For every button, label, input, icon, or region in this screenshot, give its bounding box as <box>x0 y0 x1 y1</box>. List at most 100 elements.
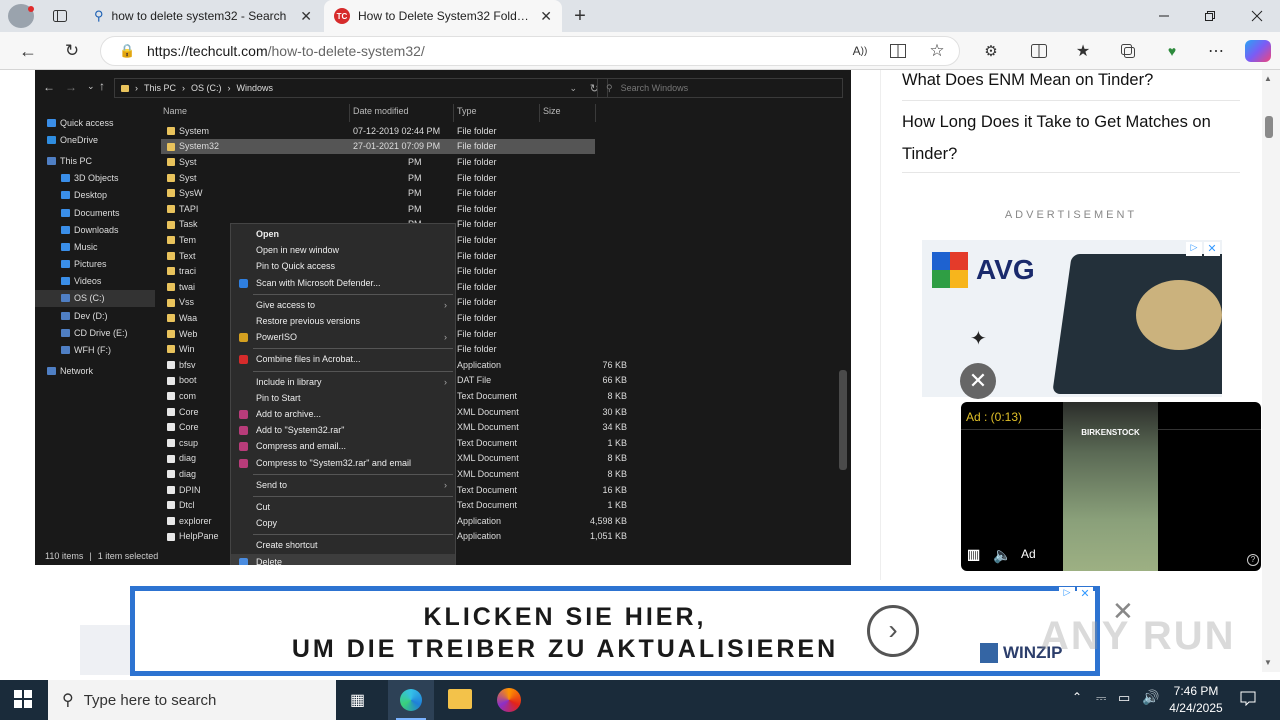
file-type: File folder <box>457 281 497 292</box>
refresh-icon[interactable]: ↻ <box>62 41 82 61</box>
file-size: 8 KB <box>607 468 627 479</box>
nav-item: Documents <box>35 204 155 221</box>
volume-icon[interactable]: 🔈 <box>993 546 1012 564</box>
file-name: Waa <box>179 312 198 323</box>
sidebar-link-item[interactable]: What Does ENM Mean on Tinder? <box>902 64 1240 101</box>
close-window-button[interactable] <box>1247 6 1267 26</box>
nav-item-icon <box>47 135 56 144</box>
clock-time[interactable]: 7:46 PM <box>1168 684 1224 698</box>
folder-icon <box>167 127 175 135</box>
tab-techcult[interactable]: TC How to Delete System32 Folder in ✕ <box>324 0 562 32</box>
file-type: File folder <box>457 328 497 339</box>
context-menu-item: Open in new window <box>231 242 455 258</box>
file-name: DPIN <box>179 484 201 495</box>
video-close-button[interactable]: ✕ <box>960 363 996 399</box>
minimize-button[interactable] <box>1154 6 1174 26</box>
nav-item-icon <box>61 277 70 286</box>
chevron-down-icon: ⌄ <box>87 81 95 91</box>
nav-item-icon <box>61 225 70 234</box>
file-date: PM <box>408 156 422 167</box>
file-type: File folder <box>457 219 497 230</box>
favorites-icon[interactable]: ★ <box>1073 41 1093 61</box>
collections-icon[interactable] <box>1118 41 1138 61</box>
submenu-arrow-icon: › <box>444 376 447 387</box>
notifications-icon[interactable] <box>1240 690 1256 711</box>
adchoices-icon[interactable]: ▷ <box>1186 242 1202 256</box>
page-scrollbar[interactable] <box>1262 70 1280 672</box>
rar-icon <box>239 410 248 419</box>
file-name: System <box>179 125 210 136</box>
menu-separator <box>253 370 453 372</box>
nav-item: Videos <box>35 273 155 290</box>
new-tab-button[interactable]: + <box>570 5 590 27</box>
extensions-icon[interactable]: ⚙ <box>981 41 1001 61</box>
banner-ad[interactable]: KLICKEN SIE HIER, UM DIE TREIBER ZU AKTU… <box>130 586 1100 676</box>
scroll-down-icon[interactable]: ▼ <box>1264 658 1272 667</box>
sidebar-link[interactable]: What Does ENM Mean on Tinder? <box>902 64 1240 96</box>
forward-arrow-icon: → <box>65 80 77 94</box>
ad-close-icon[interactable]: ✕ <box>1077 587 1093 601</box>
file-name: Core <box>179 422 199 433</box>
address-input[interactable]: 🔒 https://techcult.com/how-to-delete-sys… <box>100 36 960 66</box>
sidebar-link[interactable]: How Long Does it Take to Get Matches on … <box>902 106 1240 170</box>
tab-search[interactable]: ⚲ how to delete system32 - Search ✕ <box>84 0 322 32</box>
menu-separator <box>253 473 453 475</box>
close-icon[interactable]: ✕ <box>540 8 552 25</box>
chevron-up-icon[interactable]: ⌃ <box>1072 690 1082 704</box>
help-icon[interactable]: ? <box>1247 554 1259 566</box>
folder-icon <box>167 251 175 260</box>
file-name: Web <box>179 328 198 339</box>
file-icon <box>167 376 175 385</box>
video-ad[interactable]: Ad : (0:13) BIRKENSTOCK ▥ 🔈 Ad ? <box>961 402 1261 571</box>
scroll-thumb[interactable] <box>1265 116 1273 138</box>
winzip-logo-icon <box>980 643 998 663</box>
taskbar-search[interactable]: ⚲ Type here to search <box>48 680 336 720</box>
file-row: SysW PM File folder <box>161 185 833 201</box>
windows-start-icon[interactable] <box>14 690 32 713</box>
file-name: explorer <box>179 515 212 526</box>
close-icon[interactable]: ✕ <box>300 8 312 25</box>
ad-close-icon[interactable]: ✕ <box>1204 242 1220 256</box>
nav-item: Network <box>35 363 155 380</box>
file-type: Text Document <box>457 500 518 511</box>
context-menu-item: Cut <box>231 499 455 515</box>
file-size: 30 KB <box>602 406 627 417</box>
sidebar-link-item[interactable]: How Long Does it Take to Get Matches on … <box>902 106 1240 173</box>
defender-icon <box>239 278 248 288</box>
adchoices-icon[interactable]: ▷ <box>1059 587 1075 601</box>
more-options-icon[interactable]: ⋯ <box>1206 41 1226 61</box>
techcult-logo-icon: TC <box>334 8 350 24</box>
brand-mark-icon: ▥ <box>967 546 981 562</box>
back-icon[interactable]: ← <box>18 41 38 61</box>
folder-icon <box>167 283 175 291</box>
restore-button[interactable] <box>1200 6 1220 26</box>
nav-item-label: Documents <box>74 207 120 218</box>
menu-separator <box>253 534 453 536</box>
file-name: twai <box>179 281 196 292</box>
folder-icon <box>167 236 175 245</box>
arrow-right-icon[interactable]: › <box>867 605 919 657</box>
file-name: Tem <box>179 234 197 245</box>
task-view-icon[interactable]: ▦ <box>350 690 365 710</box>
firefox-icon[interactable] <box>497 688 521 712</box>
scroll-up-icon[interactable]: ▲ <box>1264 74 1272 83</box>
clock-date[interactable]: 4/24/2025 <box>1164 701 1228 715</box>
file-explorer-icon[interactable] <box>448 689 472 709</box>
immersive-reader-icon[interactable] <box>888 41 908 61</box>
network-status-icon[interactable]: ⎓ <box>1096 690 1106 706</box>
split-screen-icon[interactable] <box>1029 41 1049 61</box>
nav-item-label: Videos <box>74 276 102 287</box>
edge-taskbar-button[interactable] <box>388 680 434 720</box>
volume-icon[interactable]: 🔊 <box>1142 689 1159 706</box>
copilot-icon[interactable] <box>1245 40 1271 62</box>
search-icon: ⚲ <box>62 692 74 709</box>
browser-essentials-icon[interactable]: ♥ <box>1162 41 1182 61</box>
file-name: Win <box>179 344 195 355</box>
favorite-star-icon[interactable]: ☆ <box>927 41 947 61</box>
display-icon[interactable]: ▭ <box>1118 690 1130 706</box>
file-name: diag <box>179 453 197 464</box>
nav-item: Music <box>35 238 155 255</box>
read-aloud-icon[interactable]: A)) <box>850 41 870 61</box>
tab-actions-icon[interactable] <box>50 6 70 26</box>
file-name: Text <box>179 250 196 261</box>
